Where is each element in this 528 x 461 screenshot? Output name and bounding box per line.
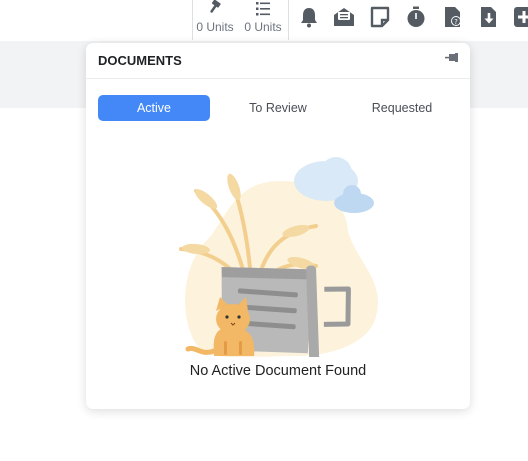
top-toolbar: 0 Units 0 Units ? xyxy=(0,0,528,42)
sticky-note-icon[interactable] xyxy=(368,6,392,28)
plus-square-icon[interactable] xyxy=(512,6,528,28)
documents-panel-header: DOCUMENTS xyxy=(86,43,470,79)
empty-state-message: No Active Document Found xyxy=(189,363,367,379)
units-gavel-label: 0 Units xyxy=(196,20,234,34)
gavel-icon xyxy=(210,0,221,13)
svg-text:?: ? xyxy=(454,18,458,26)
pin-icon[interactable] xyxy=(444,52,460,66)
units-list-label: 0 Units xyxy=(244,20,282,34)
stopwatch-icon[interactable] xyxy=(404,6,428,28)
file-download-icon[interactable] xyxy=(477,6,501,28)
document-tabs: Active To Review Requested xyxy=(98,95,458,121)
tab-to-review[interactable]: To Review xyxy=(222,95,334,121)
units-gavel[interactable]: 0 Units xyxy=(191,0,239,40)
tab-requested[interactable]: Requested xyxy=(346,95,458,121)
bell-icon[interactable] xyxy=(297,6,321,28)
envelope-open-icon[interactable] xyxy=(332,6,356,28)
tab-active[interactable]: Active xyxy=(98,95,210,121)
cat-with-trash-can-icon xyxy=(179,157,378,357)
documents-panel: DOCUMENTS Active To Review Requested No … xyxy=(86,43,470,409)
documents-panel-title: DOCUMENTS xyxy=(98,53,182,68)
list-icon xyxy=(256,2,270,16)
file-question-icon[interactable]: ? xyxy=(441,6,465,28)
units-list[interactable]: 0 Units xyxy=(239,0,287,40)
toolbar-separator xyxy=(288,0,289,40)
